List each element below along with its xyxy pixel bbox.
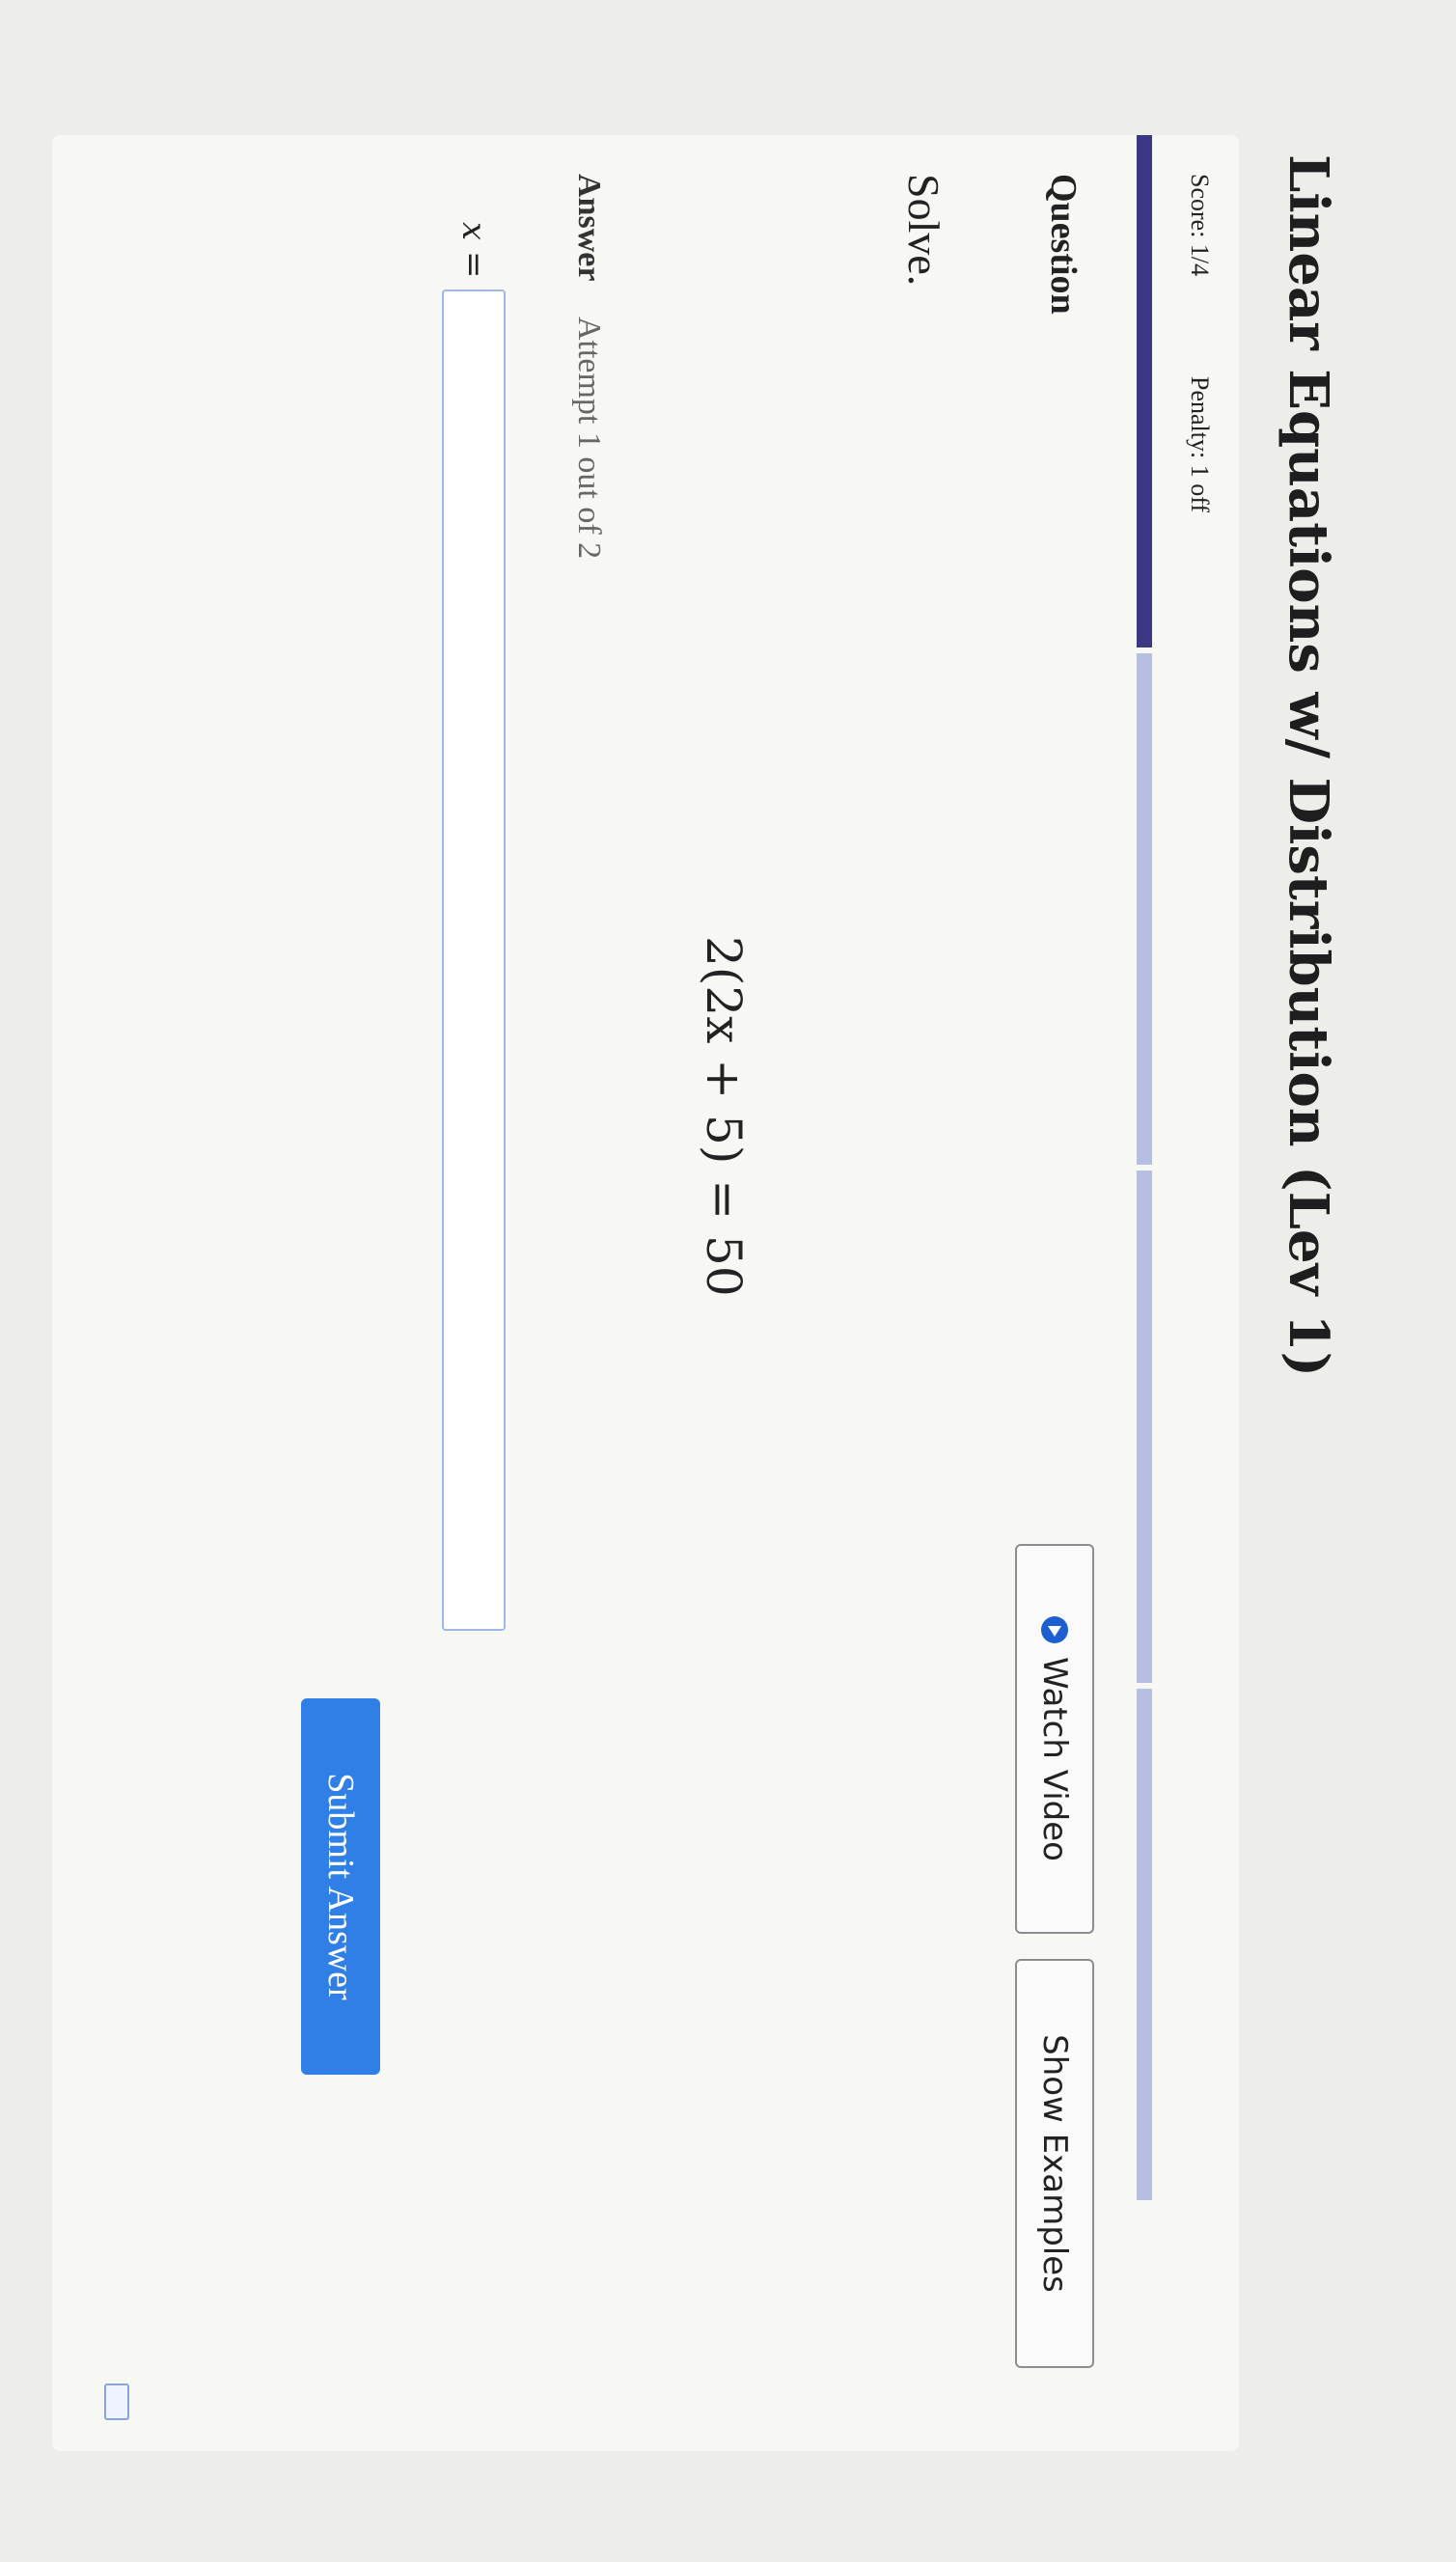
show-examples-label: Show Examples <box>1035 2034 1074 2293</box>
question-instruction: Solve. <box>899 174 948 287</box>
question-panel: Score: 1/4 Penalty: 1 off Question Watch… <box>52 135 1239 2451</box>
answer-heading: Answer <box>571 174 607 282</box>
progress-segment-3 <box>1137 1171 1152 1683</box>
progress-bar <box>1137 135 1152 2200</box>
equation: 2(2x + 5) = 50 <box>696 936 752 1297</box>
answer-input[interactable] <box>442 289 506 1632</box>
progress-segment-1 <box>1137 135 1152 647</box>
submit-answer-label: Submit Answer <box>320 1773 361 2000</box>
attempt-counter: Attempt 1 out of 2 <box>571 316 607 560</box>
keyboard-icon[interactable] <box>104 2383 129 2420</box>
page-title: Linear Equations w/ Distribution (Lev 1) <box>1277 154 1340 1378</box>
play-circle-icon <box>1041 1616 1068 1644</box>
penalty-text: Penalty: 1 off <box>1186 376 1214 513</box>
submit-answer-button[interactable]: Submit Answer <box>301 1698 380 2075</box>
watch-video-button[interactable]: Watch Video <box>1015 1544 1094 1934</box>
screen: Linear Equations w/ Distribution (Lev 1)… <box>0 0 1456 2562</box>
progress-segment-4 <box>1137 1688 1152 2200</box>
progress-segment-2 <box>1137 652 1152 1165</box>
answer-input-row: x = <box>442 222 506 1632</box>
show-examples-button[interactable]: Show Examples <box>1015 1959 1094 2368</box>
answer-header: Answer Attempt 1 out of 2 <box>570 174 607 559</box>
variable-label: x = <box>454 222 493 279</box>
question-heading: Question <box>1043 174 1084 315</box>
watch-video-label: Watch Video <box>1035 1657 1074 1861</box>
score-text: Score: 1/4 <box>1186 174 1214 277</box>
